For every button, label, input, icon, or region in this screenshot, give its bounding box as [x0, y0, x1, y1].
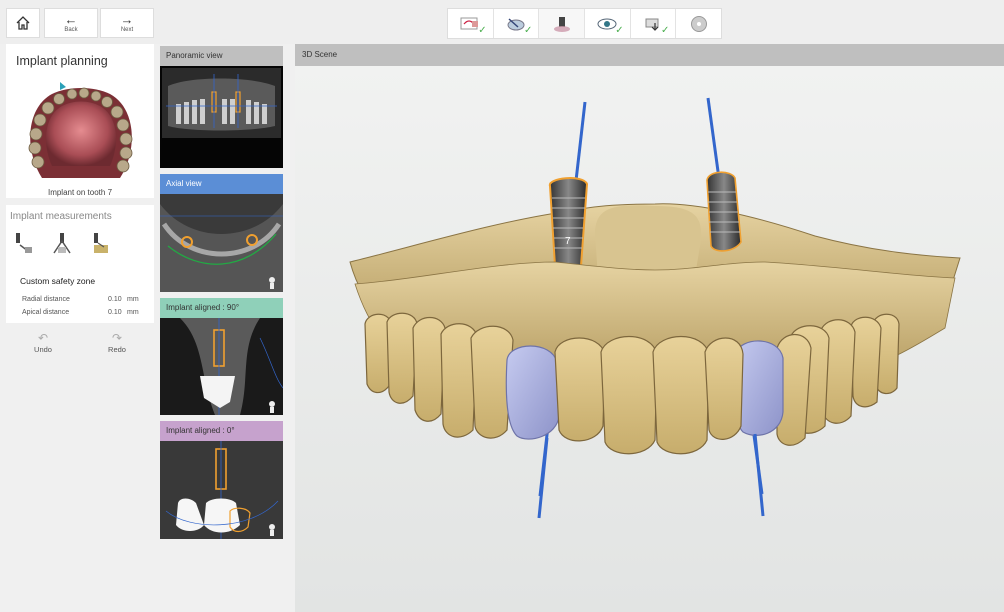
export-disc-icon [690, 15, 707, 32]
undo-icon: ↶ [37, 331, 49, 345]
measurement-tools [14, 231, 110, 255]
panoramic-view[interactable]: Panoramic view [160, 46, 283, 168]
scene-header: 3D Scene [295, 44, 1004, 66]
workflow-step-export[interactable] [676, 9, 721, 38]
implant-planning-icon [553, 16, 570, 32]
3d-scene-panel: 3D Scene 7 [295, 44, 1004, 612]
arrow-right-icon: → [120, 12, 134, 27]
home-icon [16, 16, 30, 30]
check-icon: ✓ [660, 25, 670, 36]
implant-number-label: 7 [565, 236, 571, 247]
implant-measurements-card: Implant measurements Custom safety zone … [6, 205, 154, 323]
view-header: Axial view [160, 174, 283, 194]
implant-aligned-90-view[interactable]: Implant aligned : 90° [160, 298, 284, 415]
radial-distance-value[interactable]: 0.10 [108, 296, 122, 303]
axial-view[interactable]: Axial view [160, 174, 283, 292]
safety-zone-title: Custom safety zone [20, 276, 96, 286]
axial-image[interactable] [160, 194, 283, 292]
undo-button[interactable]: ↶ Undo [16, 331, 70, 354]
workflow-step-review[interactable]: ✓ [585, 9, 631, 38]
depth-measure-tool-icon[interactable] [90, 231, 110, 255]
section-title: Implant measurements [10, 211, 112, 222]
3d-scene-viewport[interactable]: 7 [295, 66, 1004, 612]
apical-distance-row[interactable]: Apical distance 0.10 mm [22, 309, 144, 316]
left-panel: Implant planning Implant on tooth 7 Impl… [6, 44, 154, 612]
implant-right[interactable] [706, 171, 742, 252]
home-button[interactable] [6, 8, 40, 38]
next-button[interactable]: → Next [100, 8, 154, 38]
redo-button[interactable]: ↷ Redo [90, 331, 144, 354]
top-toolbar: ← Back → Next ✓ ✓ ✓ ✓ [0, 0, 1004, 44]
tooth-marker-icon [60, 82, 66, 90]
view-header: Panoramic view [160, 46, 283, 66]
undo-redo-bar: ↶ Undo ↷ Redo [6, 331, 154, 361]
crown-left[interactable] [505, 345, 560, 440]
implant-aligned-0-view[interactable]: Implant aligned : 0° [160, 421, 283, 539]
workflow-step-implant[interactable] [539, 9, 586, 38]
check-icon: ✓ [478, 25, 487, 36]
check-icon: ✓ [615, 25, 624, 36]
panel-title: Implant planning [16, 54, 108, 68]
redo-icon: ↷ [111, 331, 123, 345]
implant-left[interactable]: 7 [549, 177, 589, 267]
check-icon: ✓ [523, 25, 533, 36]
radial-distance-tool-icon[interactable] [14, 231, 34, 255]
aligned-90-image[interactable] [160, 318, 284, 415]
workflow-steps: ✓ ✓ ✓ ✓ [447, 8, 722, 39]
workflow-step-scan[interactable]: ✓ [448, 9, 494, 38]
arrow-left-icon: ← [64, 12, 78, 27]
workflow-step-align[interactable]: ✓ [494, 9, 540, 38]
arch-caption: Implant on tooth 7 [47, 188, 113, 197]
aligned-0-image[interactable] [160, 441, 283, 539]
view-header: Implant aligned : 0° [160, 421, 283, 441]
apical-distance-value[interactable]: 0.10 [108, 309, 122, 316]
radial-distance-row[interactable]: Radial distance 0.10 mm [22, 296, 144, 303]
view-header: Implant aligned : 90° [160, 298, 283, 318]
angle-measure-tool-icon[interactable] [52, 231, 72, 255]
workflow-step-guide[interactable]: ✓ [631, 9, 677, 38]
panoramic-image[interactable] [160, 66, 283, 168]
dental-arch-thumbnail[interactable] [22, 80, 140, 184]
back-button[interactable]: ← Back [44, 8, 98, 38]
implant-planning-card: Implant planning Implant on tooth 7 [6, 44, 154, 198]
